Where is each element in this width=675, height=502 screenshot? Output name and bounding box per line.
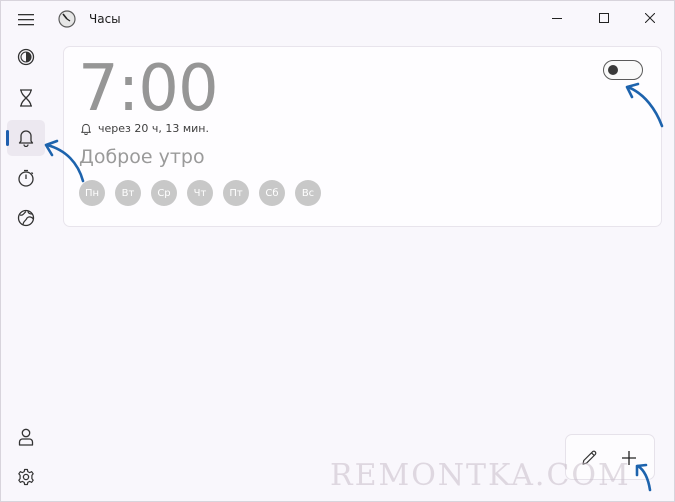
clock-app-icon	[58, 10, 76, 28]
bell-icon	[18, 130, 34, 147]
alarm-card[interactable]: 7:00 через 20 ч, 13 мин. Доброе утро Пн …	[63, 46, 662, 227]
sidebar-item-menu[interactable]	[7, 2, 45, 38]
sidebar-item-settings[interactable]	[7, 459, 45, 495]
day-sat: Сб	[259, 180, 285, 206]
day-wed: Ср	[151, 180, 177, 206]
day-thu: Чт	[187, 180, 213, 206]
sidebar-item-account[interactable]	[7, 419, 45, 455]
sidebar-item-focus[interactable]	[7, 39, 45, 75]
minimize-button[interactable]	[534, 1, 580, 35]
hourglass-icon	[20, 89, 32, 107]
time-remaining-row: через 20 ч, 13 мин.	[80, 122, 209, 135]
bell-icon	[81, 123, 91, 135]
sidebar-item-alarm[interactable]	[7, 120, 45, 156]
window-title: Часы	[89, 12, 121, 26]
clock-app-window: Часы 7:00 через 20 ч, 13 мин. Доброе утр…	[0, 0, 675, 502]
stopwatch-icon	[18, 169, 34, 187]
maximize-button[interactable]	[581, 1, 627, 35]
day-tue: Вт	[115, 180, 141, 206]
maximize-icon	[599, 13, 609, 23]
globe-icon	[17, 209, 35, 227]
sidebar-item-stopwatch[interactable]	[7, 160, 45, 196]
alarm-toggle-switch[interactable]	[603, 60, 643, 80]
active-nav-indicator	[6, 130, 9, 146]
day-fri: Пт	[223, 180, 249, 206]
time-remaining-text: через 20 ч, 13 мин.	[98, 122, 209, 135]
alarm-days: Пн Вт Ср Чт Пт Сб Вс	[79, 180, 331, 206]
day-sun: Вс	[295, 180, 321, 206]
day-mon: Пн	[79, 180, 105, 206]
person-icon	[18, 428, 34, 446]
minimize-icon	[552, 18, 562, 19]
alarm-time: 7:00	[78, 52, 219, 126]
close-button[interactable]	[627, 1, 673, 35]
focus-icon	[17, 48, 35, 66]
close-icon	[645, 13, 655, 23]
alarm-name: Доброе утро	[79, 146, 205, 168]
remontka-watermark: REMONTKA.COM	[330, 458, 631, 493]
sidebar-item-world-clock[interactable]	[7, 200, 45, 236]
sidebar-item-timer[interactable]	[7, 80, 45, 116]
gear-icon	[18, 468, 34, 486]
hamburger-icon	[18, 14, 34, 26]
toggle-knob	[608, 65, 618, 75]
sidebar-nav	[1, 1, 49, 501]
